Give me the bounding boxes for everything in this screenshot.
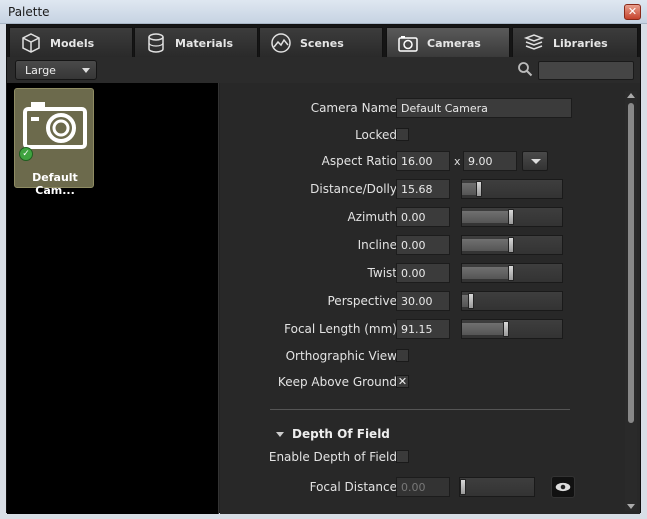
- window-titlebar: Palette ✕: [0, 0, 647, 24]
- eye-icon: [555, 482, 571, 492]
- focal-length-input[interactable]: 91.15: [396, 319, 450, 339]
- camera-name-input[interactable]: Default Camera: [396, 98, 572, 118]
- chevron-down-icon: [276, 432, 284, 437]
- aspect-separator: x: [454, 155, 461, 168]
- slider-fill: [462, 323, 503, 335]
- tab-label: Models: [50, 37, 95, 50]
- incline-input[interactable]: 0.00: [396, 235, 450, 255]
- close-button[interactable]: ✕: [624, 4, 641, 20]
- focal-length-slider[interactable]: [461, 319, 563, 339]
- perspective-input[interactable]: 30.00: [396, 291, 450, 311]
- twist-slider[interactable]: [461, 263, 563, 283]
- search-input[interactable]: [538, 61, 634, 80]
- cube-icon: [22, 33, 40, 53]
- tab-libraries[interactable]: Libraries: [512, 27, 638, 57]
- azimuth-label: Azimuth: [347, 210, 397, 224]
- scroll-down-icon[interactable]: [627, 504, 635, 509]
- check-icon: ✓: [19, 147, 33, 161]
- scene-icon: [271, 33, 291, 53]
- perspective-slider[interactable]: [461, 291, 563, 311]
- keep-above-ground-checkbox[interactable]: ✕: [396, 375, 409, 388]
- aspect-height-input[interactable]: 9.00: [463, 151, 517, 171]
- camera-name-label: Camera Name: [310, 101, 397, 115]
- depth-of-field-section[interactable]: Depth Of Field: [276, 427, 390, 441]
- distance-input[interactable]: 15.68: [396, 179, 450, 199]
- azimuth-slider[interactable]: [461, 207, 563, 227]
- keep-above-ground-label: Keep Above Ground: [277, 375, 397, 389]
- orthographic-checkbox[interactable]: [396, 349, 409, 362]
- camera-icon: [398, 36, 418, 52]
- focal-distance-input[interactable]: 0.00: [396, 477, 450, 497]
- toolbar: Large: [7, 57, 640, 83]
- incline-label: Incline: [357, 238, 397, 252]
- search-icon[interactable]: [517, 61, 533, 77]
- tab-scenes[interactable]: Scenes: [259, 27, 383, 57]
- palette-client: Models Materials Scenes Cameras Librarie…: [6, 24, 641, 514]
- slider-fill: [462, 211, 508, 223]
- twist-label: Twist: [367, 266, 397, 280]
- enable-dof-label: Enable Depth of Field: [268, 450, 397, 464]
- slider-handle[interactable]: [503, 321, 509, 337]
- properties-panel: Camera Name Default Camera Locked Aspect…: [220, 83, 640, 514]
- locked-label: Locked: [355, 128, 397, 142]
- slider-handle[interactable]: [460, 479, 466, 495]
- slider-handle[interactable]: [508, 209, 514, 225]
- section-title: Depth Of Field: [292, 427, 390, 441]
- divider: [270, 409, 570, 410]
- tab-label: Scenes: [300, 37, 344, 50]
- orthographic-label: Orthographic View: [285, 349, 397, 363]
- aspect-ratio-label: Aspect Ratio: [321, 154, 397, 168]
- slider-handle[interactable]: [476, 181, 482, 197]
- aspect-width-input[interactable]: 16.00: [396, 151, 450, 171]
- books-icon: [523, 34, 545, 50]
- distance-slider[interactable]: [461, 179, 563, 199]
- library-item-label: Default Cam...: [32, 171, 78, 197]
- slider-fill: [462, 267, 508, 279]
- tab-label: Cameras: [427, 37, 481, 50]
- focal-distance-label: Focal Distance: [309, 480, 397, 494]
- slider-handle[interactable]: [508, 237, 514, 253]
- slider-handle[interactable]: [508, 265, 514, 281]
- azimuth-input[interactable]: 0.00: [396, 207, 450, 227]
- locked-checkbox[interactable]: [396, 128, 409, 141]
- perspective-label: Perspective: [327, 294, 398, 308]
- scroll-handle[interactable]: [628, 103, 634, 423]
- focal-length-label: Focal Length (mm): [284, 322, 397, 336]
- window-title: Palette: [8, 5, 50, 19]
- slider-handle[interactable]: [468, 293, 474, 309]
- chevron-down-icon: [531, 159, 541, 164]
- camera-icon: [23, 102, 87, 149]
- size-select[interactable]: Large: [15, 60, 97, 80]
- enable-dof-checkbox[interactable]: [396, 450, 409, 463]
- tab-label: Libraries: [553, 37, 608, 50]
- tab-bar: Models Materials Scenes Cameras Librarie…: [7, 25, 640, 57]
- size-select-value: Large: [25, 64, 56, 77]
- eye-picker-button[interactable]: [551, 476, 575, 498]
- tab-label: Materials: [175, 37, 234, 50]
- focal-distance-slider[interactable]: [459, 477, 535, 497]
- chevron-down-icon: [82, 68, 90, 73]
- tab-cameras[interactable]: Cameras: [386, 27, 510, 57]
- properties-scrollbar[interactable]: [625, 91, 637, 511]
- library-panel: ✓ Default Cam...: [7, 83, 219, 514]
- incline-slider[interactable]: [461, 235, 563, 255]
- tab-materials[interactable]: Materials: [134, 27, 258, 57]
- cylinder-icon: [148, 33, 164, 53]
- tab-models[interactable]: Models: [9, 27, 133, 57]
- scroll-up-icon[interactable]: [627, 93, 635, 98]
- aspect-preset-button[interactable]: [522, 151, 548, 171]
- slider-fill: [462, 183, 476, 195]
- twist-input[interactable]: 0.00: [396, 263, 450, 283]
- slider-fill: [462, 239, 508, 251]
- library-item[interactable]: ✓ Default Cam...: [14, 88, 94, 197]
- distance-label: Distance/Dolly: [310, 182, 397, 196]
